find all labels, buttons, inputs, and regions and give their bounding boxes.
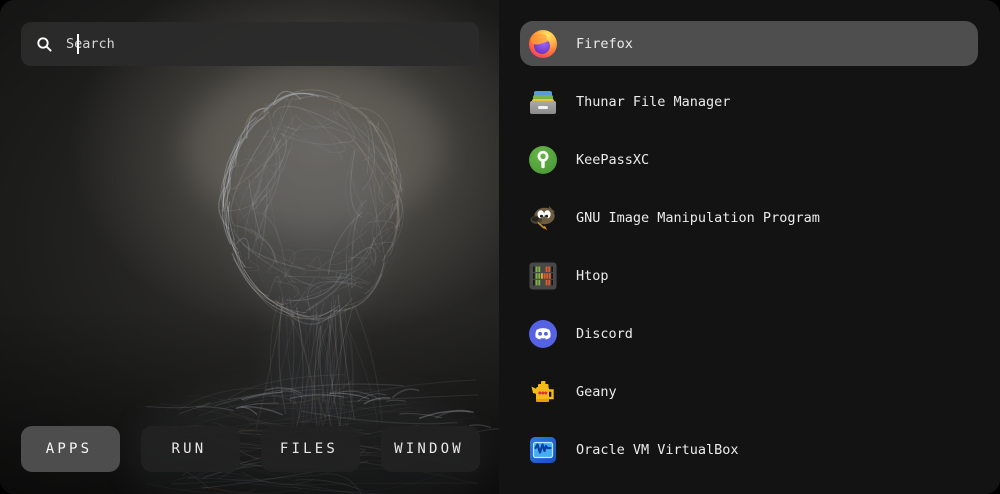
wallpaper-bust-art	[0, 0, 499, 494]
app-item-firefox[interactable]: Firefox	[520, 21, 978, 66]
virtualbox-icon	[529, 436, 557, 464]
tab-files[interactable]: FILES	[261, 426, 360, 472]
app-item-thunar[interactable]: Thunar File Manager	[520, 79, 978, 124]
thunar-icon	[529, 88, 557, 116]
app-label: Firefox	[576, 36, 633, 52]
discord-icon	[529, 320, 557, 348]
geany-icon	[529, 378, 557, 406]
app-label: Thunar File Manager	[576, 94, 730, 110]
app-label: GNU Image Manipulation Program	[576, 210, 820, 226]
app-item-discord[interactable]: Discord	[520, 311, 978, 356]
app-label: Geany	[576, 384, 617, 400]
app-label: KeePassXC	[576, 152, 649, 168]
app-item-htop[interactable]: Htop	[520, 253, 978, 298]
app-item-keepassxc[interactable]: KeePassXC	[520, 137, 978, 182]
search-icon	[36, 36, 53, 53]
mode-tab-bar: APPS RUN FILES WINDOW	[21, 426, 480, 472]
app-list: Firefox Thunar File Manager KeePassXC	[499, 0, 1000, 494]
keepassxc-icon	[529, 146, 557, 174]
tab-apps[interactable]: APPS	[21, 426, 120, 472]
search-box	[21, 22, 479, 66]
app-label: Htop	[576, 268, 609, 284]
app-label: Oracle VM VirtualBox	[576, 442, 739, 458]
app-label: Discord	[576, 326, 633, 342]
tab-window[interactable]: WINDOW	[381, 426, 480, 472]
launcher-window: APPS RUN FILES WINDOW Firefox Thunar Fil…	[0, 0, 1000, 494]
wallpaper-panel: APPS RUN FILES WINDOW	[0, 0, 499, 494]
htop-icon	[529, 262, 557, 290]
firefox-icon	[529, 30, 557, 58]
app-item-gimp[interactable]: GNU Image Manipulation Program	[520, 195, 978, 240]
tab-run[interactable]: RUN	[141, 426, 240, 472]
search-input[interactable]	[53, 36, 479, 52]
text-caret	[77, 34, 79, 54]
app-item-geany[interactable]: Geany	[520, 369, 978, 414]
gimp-icon	[529, 204, 557, 232]
app-item-virtualbox[interactable]: Oracle VM VirtualBox	[520, 427, 978, 472]
